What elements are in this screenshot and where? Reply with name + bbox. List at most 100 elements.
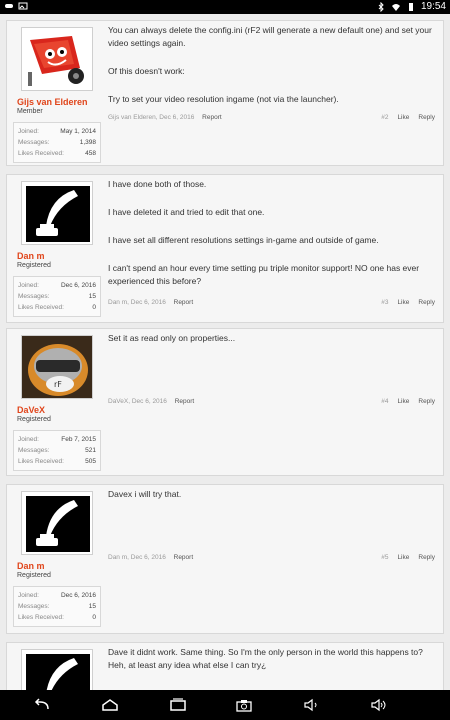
- message-user-info: Dan m Registered Joined: Dec 6, 2016 Mess…: [13, 491, 101, 627]
- byline-text[interactable]: Dan m, Dec 6, 2016: [108, 554, 166, 561]
- stat-likes: Likes Received: 0: [18, 612, 96, 623]
- user-title: Registered: [17, 262, 51, 269]
- avatar[interactable]: [21, 649, 93, 690]
- screenshot-icon: [236, 700, 252, 712]
- message-paragraph: Try to set your video resolution ingame …: [108, 94, 339, 104]
- message-meta: Gijs van Elderen, Dec 6, 2016 Report #2 …: [108, 114, 435, 121]
- username[interactable]: Dan m: [13, 251, 101, 261]
- message-meta: Dan m, Dec 6, 2016 Report #3 Like Reply: [108, 299, 435, 306]
- like-link[interactable]: Like: [397, 299, 409, 306]
- stat-joined: Joined: Dec 6, 2016: [18, 590, 96, 601]
- avatar[interactable]: rF: [21, 335, 93, 399]
- user-title: Registered: [17, 572, 51, 579]
- message-user-info: [13, 649, 101, 690]
- post: rF DaVeX Registered Joined: Feb 7, 2015 M…: [6, 328, 444, 476]
- report-link[interactable]: Report: [174, 299, 194, 306]
- stat-label: Joined:: [18, 436, 39, 443]
- message-body: Dave it didnt work. Same thing. So I'm t…: [108, 643, 435, 687]
- stat-label: Messages:: [18, 603, 50, 610]
- message-body: Set it as read only on properties...: [108, 329, 435, 360]
- byline-text[interactable]: Gijs van Elderen, Dec 6, 2016: [108, 114, 194, 121]
- stat-label: Messages:: [18, 447, 50, 454]
- byline-text[interactable]: Dan m, Dec 6, 2016: [108, 299, 166, 306]
- stat-value: 1,398: [79, 139, 96, 146]
- post-number[interactable]: #4: [381, 398, 388, 405]
- like-link[interactable]: Like: [397, 554, 409, 561]
- home-icon: [102, 699, 118, 711]
- stat-value: Dec 6, 2016: [60, 592, 96, 599]
- thread-content[interactable]: Gijs van Elderen Member Joined: May 1, 20…: [0, 14, 450, 690]
- volume-down-button[interactable]: [300, 696, 324, 714]
- message-body: You can always delete the config.ini (rF…: [108, 21, 435, 121]
- message-meta: Dan m, Dec 6, 2016 Report #5 Like Reply: [108, 554, 435, 561]
- message-meta: DaVeX, Dec 6, 2016 Report #4 Like Reply: [108, 398, 435, 405]
- stat-label: Joined:: [18, 128, 39, 135]
- username[interactable]: DaVeX: [13, 405, 101, 415]
- status-time: 19:54: [420, 1, 446, 12]
- stat-value: 15: [88, 293, 96, 300]
- avatar[interactable]: [21, 27, 93, 91]
- red-wheelbarrow-mascot-icon: [28, 36, 84, 86]
- stat-likes: Likes Received: 458: [18, 148, 96, 159]
- post: Dan m Registered Joined: Dec 6, 2016 Mess…: [6, 484, 444, 634]
- stat-label: Messages:: [18, 293, 50, 300]
- stat-value: Feb 7, 2015: [61, 436, 96, 443]
- stat-label: Joined:: [18, 282, 39, 289]
- report-link[interactable]: Report: [174, 554, 194, 561]
- report-link[interactable]: Report: [175, 398, 195, 405]
- username[interactable]: Gijs van Elderen: [13, 97, 101, 107]
- reply-link[interactable]: Reply: [418, 114, 435, 121]
- message-paragraph: I have deleted it and tried to edit that…: [108, 207, 265, 217]
- home-button[interactable]: [98, 696, 122, 714]
- racing-helmet-icon: rF: [22, 336, 92, 398]
- message-user-info: Dan m Registered Joined: Dec 6, 2016 Mess…: [13, 181, 101, 317]
- stat-label: Likes Received:: [18, 458, 64, 465]
- message-paragraph: I have set all different resolutions set…: [108, 235, 379, 245]
- wifi-icon: [391, 3, 400, 11]
- post-number[interactable]: #5: [381, 554, 388, 561]
- message-byline: DaVeX, Dec 6, 2016 Report: [108, 398, 194, 405]
- recent-apps-icon: [170, 698, 186, 711]
- post-number[interactable]: #3: [381, 299, 388, 306]
- avatar[interactable]: [21, 491, 93, 555]
- avatar[interactable]: [21, 181, 93, 245]
- stat-likes: Likes Received: 505: [18, 456, 96, 467]
- stat-messages: Messages: 15: [18, 291, 96, 302]
- user-stats: Joined: Feb 7, 2015 Messages: 521 Likes Re…: [13, 430, 101, 471]
- stat-value: 521: [85, 447, 96, 454]
- stat-label: Joined:: [18, 592, 39, 599]
- recent-apps-button[interactable]: [166, 696, 190, 714]
- byline-text[interactable]: DaVeX, Dec 6, 2016: [108, 398, 167, 405]
- back-icon: [34, 698, 49, 710]
- message-byline: Dan m, Dec 6, 2016 Report: [108, 299, 193, 306]
- stat-value: 0: [92, 304, 96, 311]
- back-button[interactable]: [30, 696, 54, 714]
- stat-value: Dec 6, 2016: [60, 282, 96, 289]
- svg-text:rF: rF: [54, 380, 62, 389]
- like-link[interactable]: Like: [397, 114, 409, 121]
- username[interactable]: Dan m: [13, 561, 101, 571]
- image-icon: [18, 2, 28, 10]
- screenshot-button[interactable]: [232, 696, 256, 714]
- stat-messages: Messages: 1,398: [18, 137, 96, 148]
- message-body: Davex i will try that.: [108, 485, 435, 516]
- stat-joined: Joined: Feb 7, 2015: [18, 434, 96, 445]
- post-number[interactable]: #2: [381, 114, 388, 121]
- reply-link[interactable]: Reply: [418, 299, 435, 306]
- post: Gijs van Elderen Member Joined: May 1, 20…: [6, 20, 444, 166]
- stat-messages: Messages: 521: [18, 445, 96, 456]
- user-stats: Joined: May 1, 2014 Messages: 1,398 Likes …: [13, 122, 101, 163]
- volume-up-icon: [371, 698, 386, 712]
- reply-link[interactable]: Reply: [418, 398, 435, 405]
- volume-up-button[interactable]: [367, 696, 391, 714]
- system-nav-bar: [0, 690, 450, 720]
- stat-label: Likes Received:: [18, 614, 64, 621]
- reply-link[interactable]: Reply: [418, 554, 435, 561]
- stat-label: Messages:: [18, 139, 50, 146]
- like-link[interactable]: Like: [397, 398, 409, 405]
- stat-value: 0: [92, 614, 96, 621]
- volume-down-icon: [304, 698, 317, 712]
- game-controller-icon: [5, 4, 13, 8]
- report-link[interactable]: Report: [202, 114, 222, 121]
- stat-label: Likes Received:: [18, 304, 64, 311]
